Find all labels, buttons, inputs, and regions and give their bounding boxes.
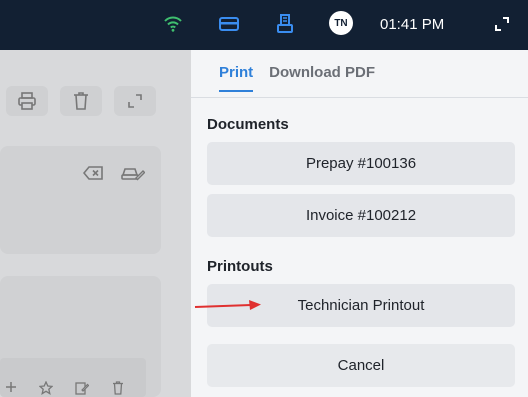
tab-divider bbox=[191, 97, 528, 98]
card-reader-icon[interactable] bbox=[217, 13, 241, 35]
backspace-icon bbox=[82, 164, 104, 182]
plus-icon bbox=[4, 380, 18, 394]
receipt-printer-icon[interactable] bbox=[274, 13, 296, 35]
tab-download-pdf[interactable]: Download PDF bbox=[269, 64, 375, 92]
avatar[interactable]: TN bbox=[329, 11, 353, 35]
fullscreen-icon[interactable] bbox=[490, 13, 514, 35]
expand-icon bbox=[114, 86, 156, 116]
tab-bar: Print Download PDF bbox=[219, 64, 375, 92]
tab-print[interactable]: Print bbox=[219, 64, 254, 92]
edit-icon bbox=[74, 380, 90, 396]
cancel-button[interactable]: Cancel bbox=[207, 344, 515, 387]
prepay-document-button[interactable]: Prepay #100136 bbox=[207, 142, 515, 185]
printouts-heading: Printouts bbox=[207, 258, 273, 275]
print-icon bbox=[6, 86, 48, 116]
background-toolbar bbox=[0, 358, 146, 397]
edit-car-icon bbox=[120, 162, 146, 184]
star-icon bbox=[38, 380, 54, 396]
background-app bbox=[0, 50, 191, 397]
wifi-icon bbox=[162, 13, 184, 35]
clock-time: 01:41 PM bbox=[380, 15, 445, 33]
trash-icon bbox=[60, 86, 102, 116]
avatar-initials: TN bbox=[334, 17, 348, 29]
invoice-document-button[interactable]: Invoice #100212 bbox=[207, 194, 515, 237]
print-panel: Print Download PDF Documents Prepay #100… bbox=[191, 50, 528, 397]
trash-icon bbox=[110, 380, 126, 396]
red-arrow-annotation bbox=[194, 300, 261, 310]
top-bar: TN 01:41 PM bbox=[0, 0, 528, 50]
background-card bbox=[0, 146, 161, 254]
documents-heading: Documents bbox=[207, 116, 289, 133]
